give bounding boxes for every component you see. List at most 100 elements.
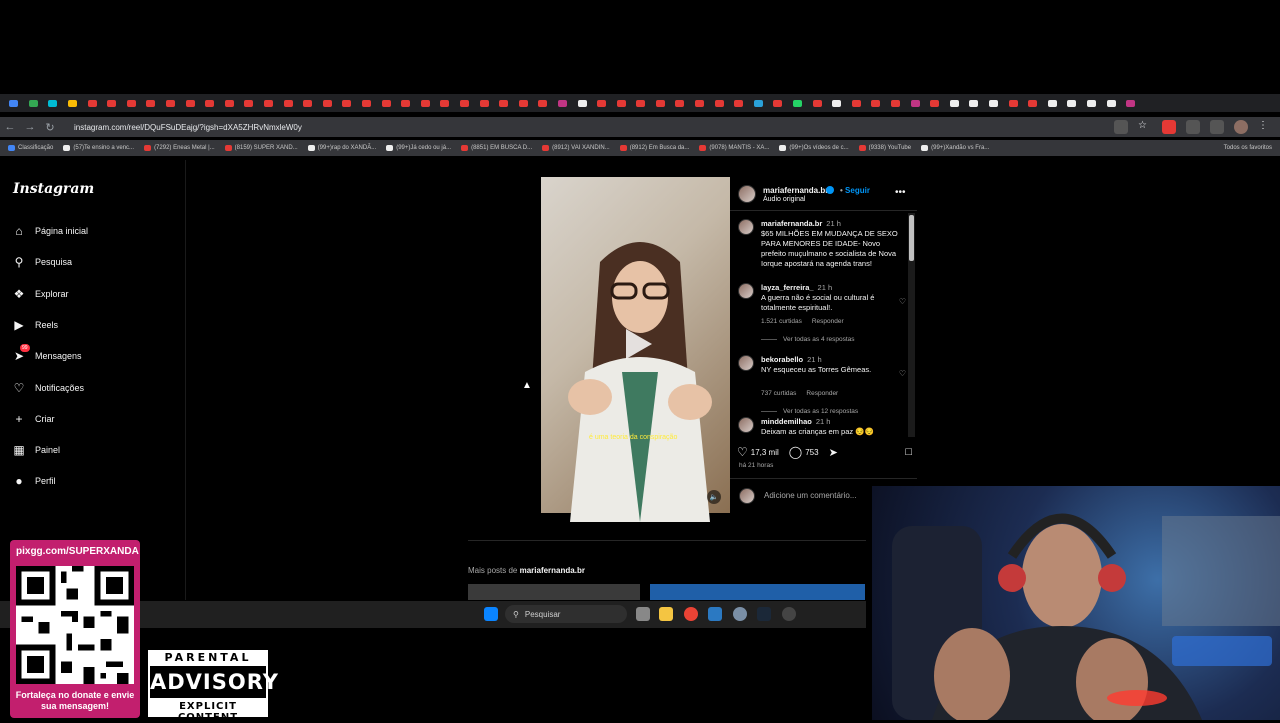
view-replies-button[interactable]: Ver todas as 12 respostas	[761, 408, 858, 415]
browser-tab[interactable]	[102, 94, 122, 112]
comment-username[interactable]: bekorabello	[761, 355, 803, 364]
bookmark-item[interactable]: (99+)Os vídeos de c...	[779, 145, 849, 151]
extensions-puzzle-icon[interactable]	[1186, 120, 1200, 134]
play-icon[interactable]	[618, 326, 656, 362]
extension-icon[interactable]	[1162, 120, 1176, 134]
browser-tab[interactable]	[553, 94, 573, 112]
browser-tab[interactable]	[1082, 94, 1102, 112]
browser-tab[interactable]	[220, 94, 240, 112]
comment-user[interactable]: minddemilhao 21 h	[761, 417, 830, 426]
comment-user[interactable]: layza_ferreira_ 21 h	[761, 283, 832, 292]
install-icon[interactable]	[1114, 120, 1128, 134]
browser-tab[interactable]	[827, 94, 847, 112]
browser-tab[interactable]	[376, 94, 396, 112]
app-icon[interactable]	[782, 607, 796, 621]
browser-tab[interactable]	[82, 94, 102, 112]
view-replies-button[interactable]: Ver todas as 4 respostas	[761, 336, 855, 343]
browser-tab[interactable]	[631, 94, 651, 112]
bookmark-item[interactable]: (9078) MANTIS - XA...	[699, 145, 769, 151]
avatar[interactable]	[1234, 120, 1248, 134]
post-thumbnail[interactable]	[468, 584, 640, 600]
comment-button[interactable]: ◯ 753	[789, 445, 819, 459]
browser-tab[interactable]	[318, 94, 338, 112]
bookmark-item[interactable]: (99+)Xandão vs Fra...	[921, 145, 989, 151]
browser-tab[interactable]	[925, 94, 945, 112]
bookmark-item[interactable]: (99+)rap do XANDÃ...	[307, 145, 376, 151]
browser-tab[interactable]	[984, 94, 1004, 112]
bookmark-item[interactable]: Classificação	[8, 145, 53, 151]
sidebar-item-reels[interactable]: ▶ Reels	[12, 318, 58, 332]
post-author[interactable]: mariafernanda.br	[763, 186, 828, 195]
app-icon[interactable]	[708, 607, 722, 621]
add-comment-input[interactable]: Adicione um comentário...	[764, 491, 857, 500]
browser-tab[interactable]	[729, 94, 749, 112]
scrollbar-thumb[interactable]	[909, 215, 914, 261]
kebab-menu-icon[interactable]: ⋮	[1258, 120, 1272, 134]
comment-user[interactable]: bekorabello 21 h	[761, 355, 822, 364]
browser-tab[interactable]	[945, 94, 965, 112]
reply-button[interactable]: Responder	[806, 390, 838, 397]
settings-icon[interactable]	[733, 607, 747, 621]
browser-tab[interactable]	[494, 94, 514, 112]
browser-tab[interactable]	[1003, 94, 1023, 112]
windows-start-icon[interactable]	[484, 607, 498, 621]
browser-tab[interactable]	[611, 94, 631, 112]
browser-tab[interactable]	[474, 94, 494, 112]
post-thumbnail[interactable]	[650, 584, 865, 600]
reload-icon[interactable]: ↻	[40, 121, 60, 134]
comment-user[interactable]: mariafernanda.br 21 h	[761, 219, 841, 228]
browser-tab[interactable]	[572, 94, 592, 112]
browser-tab[interactable]	[180, 94, 200, 112]
task-view-icon[interactable]	[636, 607, 650, 621]
browser-tab[interactable]	[749, 94, 769, 112]
save-icon[interactable]: □	[905, 446, 912, 458]
browser-tab[interactable]	[847, 94, 867, 112]
bookmark-item[interactable]: (7292) Eneas Metal |...	[144, 145, 215, 151]
browser-tab[interactable]	[788, 94, 808, 112]
original-audio-link[interactable]: Áudio original	[763, 196, 805, 203]
browser-tab[interactable]	[200, 94, 220, 112]
sidepanel-icon[interactable]	[1210, 120, 1224, 134]
browser-tab[interactable]	[63, 94, 83, 112]
forward-icon[interactable]: →	[20, 121, 40, 133]
bookmark-item[interactable]: (57)Te ensino a venc...	[63, 145, 134, 151]
browser-tab[interactable]	[807, 94, 827, 112]
follow-button[interactable]: • Seguir	[840, 186, 870, 195]
browser-tab[interactable]	[43, 94, 63, 112]
browser-tab[interactable]	[1121, 94, 1141, 112]
browser-tab[interactable]	[1023, 94, 1043, 112]
browser-tab[interactable]	[435, 94, 455, 112]
all-bookmarks-folder[interactable]: Todos os favoritos	[1224, 145, 1280, 151]
sidebar-item-painel[interactable]: ▦ Painel	[12, 443, 60, 457]
browser-tab[interactable]	[1062, 94, 1082, 112]
comment-like-icon[interactable]: ♡	[899, 297, 906, 306]
browser-tab[interactable]	[122, 94, 142, 112]
comment-username[interactable]: layza_ferreira_	[761, 283, 814, 292]
browser-tab[interactable]	[259, 94, 279, 112]
sidebar-item-pginainicial[interactable]: ⌂ Página inicial	[12, 224, 88, 238]
browser-tab[interactable]	[886, 94, 906, 112]
browser-tab[interactable]	[533, 94, 553, 112]
browser-tab[interactable]	[415, 94, 435, 112]
browser-tab[interactable]	[24, 94, 44, 112]
browser-tab[interactable]	[709, 94, 729, 112]
avatar[interactable]	[738, 417, 754, 433]
like-button[interactable]: ♡ 17,3 mil	[737, 445, 779, 459]
author-avatar[interactable]	[738, 185, 756, 203]
url-field[interactable]: instagram.com/reel/DQuFSuDEajg/?igsh=dXA…	[74, 123, 302, 132]
sidebar-item-notificaes[interactable]: ♡ Notificações	[12, 381, 84, 395]
browser-tab[interactable]	[964, 94, 984, 112]
avatar[interactable]	[738, 219, 754, 235]
browser-tab[interactable]	[141, 94, 161, 112]
browser-tab[interactable]	[337, 94, 357, 112]
steam-icon[interactable]	[757, 607, 771, 621]
browser-tab[interactable]	[1101, 94, 1121, 112]
browser-tab[interactable]	[161, 94, 181, 112]
back-icon[interactable]: ←	[0, 121, 20, 133]
browser-tab[interactable]	[278, 94, 298, 112]
mute-icon[interactable]: 🔈	[707, 490, 721, 504]
sidebar-item-pesquisa[interactable]: ⚲ Pesquisa	[12, 255, 72, 269]
browser-tab[interactable]	[866, 94, 886, 112]
browser-tab[interactable]	[357, 94, 377, 112]
browser-tab[interactable]	[670, 94, 690, 112]
